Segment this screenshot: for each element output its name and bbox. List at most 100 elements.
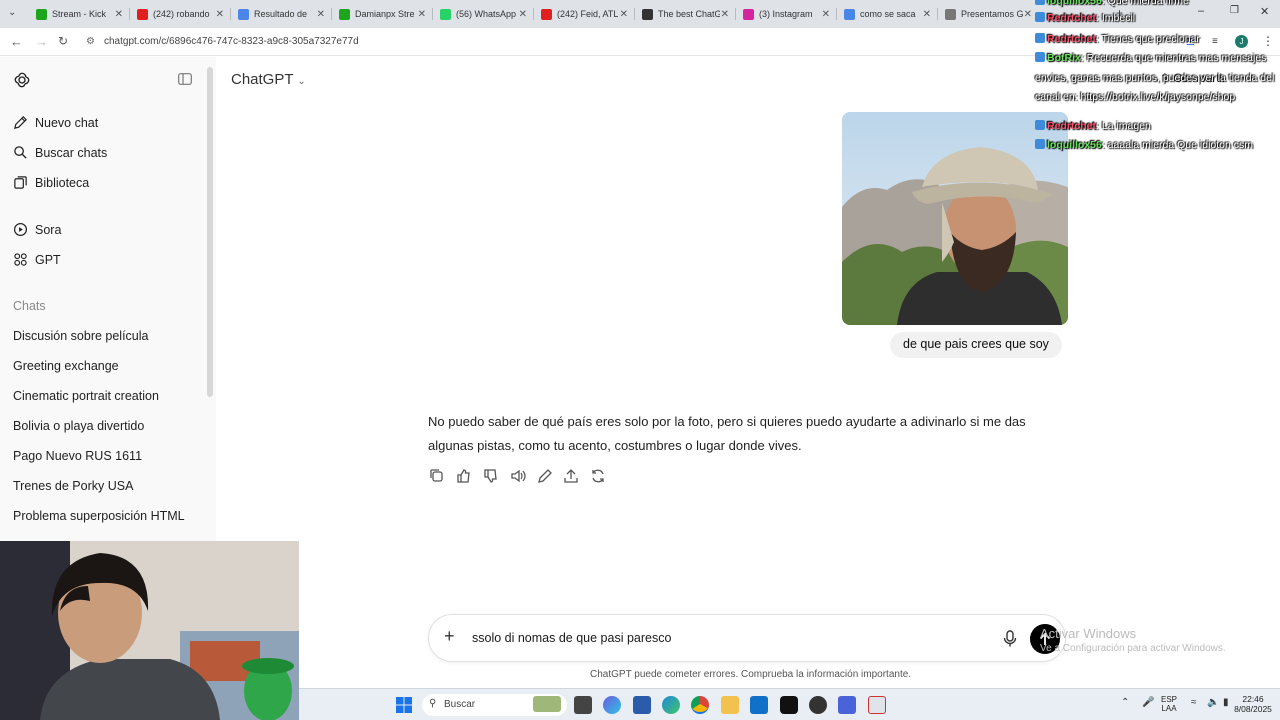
back-icon[interactable]: ←: [10, 34, 23, 49]
clock[interactable]: 22:46 8/08/2025: [1229, 694, 1277, 714]
browser-tab[interactable]: Damianpx Stre ✕: [333, 4, 430, 24]
windows-taskbar: ⚲ Buscar ⌃ 🎤 ESP LAA ≈ 🔈 ▮ 22:46 8/08/20…: [299, 688, 1280, 720]
tab-close-icon[interactable]: ✕: [418, 9, 426, 20]
volume-icon[interactable]: 🔈: [1207, 697, 1219, 708]
windows-start-icon[interactable]: [396, 697, 412, 713]
edit-pencil-icon[interactable]: [536, 467, 554, 485]
new-chat-button[interactable]: Nuevo chat: [13, 115, 98, 130]
library-button[interactable]: Biblioteca: [13, 175, 89, 190]
tab-separator: [432, 8, 433, 20]
tab-close-icon[interactable]: ✕: [519, 9, 527, 20]
tab-favicon-icon: [945, 8, 956, 20]
regenerate-icon[interactable]: [589, 467, 607, 485]
browser-tab[interactable]: Stream - Kick ✕: [30, 4, 127, 24]
wifi-icon[interactable]: ≈: [1191, 697, 1197, 708]
chats-section-title: Chats: [13, 299, 46, 313]
browser-tab[interactable]: Resultado de ✕: [232, 4, 329, 24]
tab-favicon-icon: [339, 8, 350, 20]
lang-bottom: LAA: [1161, 704, 1177, 713]
chat-history-item[interactable]: Pago Nuevo RUS 1611: [13, 449, 142, 463]
chat-history-item[interactable]: Discusión sobre película: [13, 329, 149, 343]
tab-close-icon[interactable]: ✕: [1024, 9, 1032, 20]
tab-close-icon[interactable]: ✕: [115, 9, 123, 20]
openai-logo-icon[interactable]: [13, 71, 31, 89]
tab-close-icon[interactable]: ✕: [923, 9, 931, 20]
tab-close-icon[interactable]: ✕: [822, 9, 830, 20]
library-label: Biblioteca: [35, 175, 90, 190]
model-selector[interactable]: ChatGPT ⌄: [231, 71, 306, 88]
tab-close-icon[interactable]: ✕: [721, 9, 729, 20]
tab-close-icon[interactable]: ✕: [620, 9, 628, 20]
edge-icon[interactable]: [662, 696, 680, 714]
overlay-chat-text: : aaaala mierda Que idioton csm: [1101, 139, 1254, 151]
browser-tab[interactable]: Presentamos G ✕: [939, 4, 1036, 24]
tab-title: (242) robando: [153, 9, 210, 19]
chrome-icon[interactable]: [691, 696, 709, 714]
tab-favicon-icon: [642, 8, 653, 20]
sidebar-scrollbar[interactable]: [207, 67, 213, 397]
language-indicator[interactable]: ESP LAA: [1161, 695, 1177, 713]
chat-history-item[interactable]: Trenes de Porky USA: [13, 479, 133, 493]
message-composer[interactable]: + ssolo di nomas de que pasi paresco: [428, 614, 1066, 662]
tab-close-icon[interactable]: ✕: [216, 9, 224, 20]
platform-badge-icon: [1035, 52, 1045, 62]
site-info-icon[interactable]: ⚙: [86, 36, 95, 47]
activate-windows-watermark: Activar Windows Ve a Configuración para …: [1040, 626, 1226, 654]
browser-tab[interactable]: (56) WhatsApp ✕: [434, 4, 531, 24]
browser-tab[interactable]: como se saca ✕: [838, 4, 935, 24]
webcam-person-image: [0, 541, 299, 720]
collapse-sidebar-icon[interactable]: [178, 73, 192, 85]
microphone-icon[interactable]: [1003, 630, 1017, 647]
url-field[interactable]: chatgpt.com/c/6896c476-747c-8323-a9c8-30…: [104, 36, 359, 47]
tab-title: Resultado de: [254, 9, 308, 19]
outlook-icon[interactable]: [750, 696, 768, 714]
chat-history-item[interactable]: Cinematic portrait creation: [13, 389, 159, 403]
user-message-bubble: de que pais crees que soy: [890, 332, 1062, 358]
chat-history-item[interactable]: Bolivia o playa divertido: [13, 419, 144, 433]
overlay-chat-username: BotRix: [1047, 52, 1081, 64]
tab-list-icon[interactable]: ⌄: [8, 7, 16, 18]
thumbs-up-icon[interactable]: [455, 467, 473, 485]
read-aloud-icon[interactable]: [509, 467, 527, 485]
taskbar-search[interactable]: ⚲ Buscar: [422, 694, 567, 716]
share-upload-icon[interactable]: [562, 467, 580, 485]
webcam-feed: [0, 541, 299, 720]
browser-tab[interactable]: (242) Feid, ATL ✕: [535, 4, 632, 24]
platform-badge-icon: [1035, 12, 1045, 22]
chat-history-item[interactable]: Greeting exchange: [13, 359, 119, 373]
app-icon[interactable]: [838, 696, 856, 714]
plus-icon[interactable]: +: [444, 626, 455, 647]
copy-icon[interactable]: [428, 467, 446, 485]
tab-close-icon[interactable]: ✕: [317, 9, 325, 20]
tray-chevron-icon[interactable]: ⌃: [1121, 697, 1129, 708]
browser-tab[interactable]: (3) Instagram ✕: [737, 4, 834, 24]
new-chat-label: Nuevo chat: [35, 115, 99, 130]
platform-badge-icon: [1035, 120, 1045, 130]
browser-tab[interactable]: The best ChatG ✕: [636, 4, 733, 24]
thumbs-down-icon[interactable]: [482, 467, 500, 485]
tab-favicon-icon: [36, 8, 47, 20]
battery-icon[interactable]: ▮: [1223, 697, 1229, 708]
reload-icon[interactable]: ↻: [58, 34, 68, 48]
gpt-label: GPT: [35, 252, 61, 267]
store-icon[interactable]: [633, 696, 651, 714]
snipping-tool-icon[interactable]: [868, 696, 886, 714]
chat-history-item[interactable]: Problema superposición HTML: [13, 509, 185, 523]
obs-icon[interactable]: [809, 696, 827, 714]
gpt-button[interactable]: GPT: [13, 252, 61, 267]
sora-button[interactable]: Sora: [13, 222, 61, 237]
tray-mic-icon[interactable]: 🎤: [1142, 697, 1154, 708]
search-chats-button[interactable]: Buscar chats: [13, 145, 107, 160]
browser-tab[interactable]: (242) robando ✕: [131, 4, 228, 24]
forward-icon[interactable]: →: [35, 34, 48, 49]
copilot-icon[interactable]: [603, 696, 621, 714]
composer-input[interactable]: ssolo di nomas de que pasi paresco: [472, 631, 671, 645]
tab-separator: [836, 8, 837, 20]
tab-favicon-icon: [440, 8, 451, 20]
tab-title: (56) WhatsApp: [456, 9, 517, 19]
platform-badge-icon: [1035, 0, 1045, 5]
task-view-icon[interactable]: [574, 696, 592, 714]
sora-label: Sora: [35, 222, 62, 237]
tiktok-icon[interactable]: [780, 696, 798, 714]
file-explorer-icon[interactable]: [721, 696, 739, 714]
